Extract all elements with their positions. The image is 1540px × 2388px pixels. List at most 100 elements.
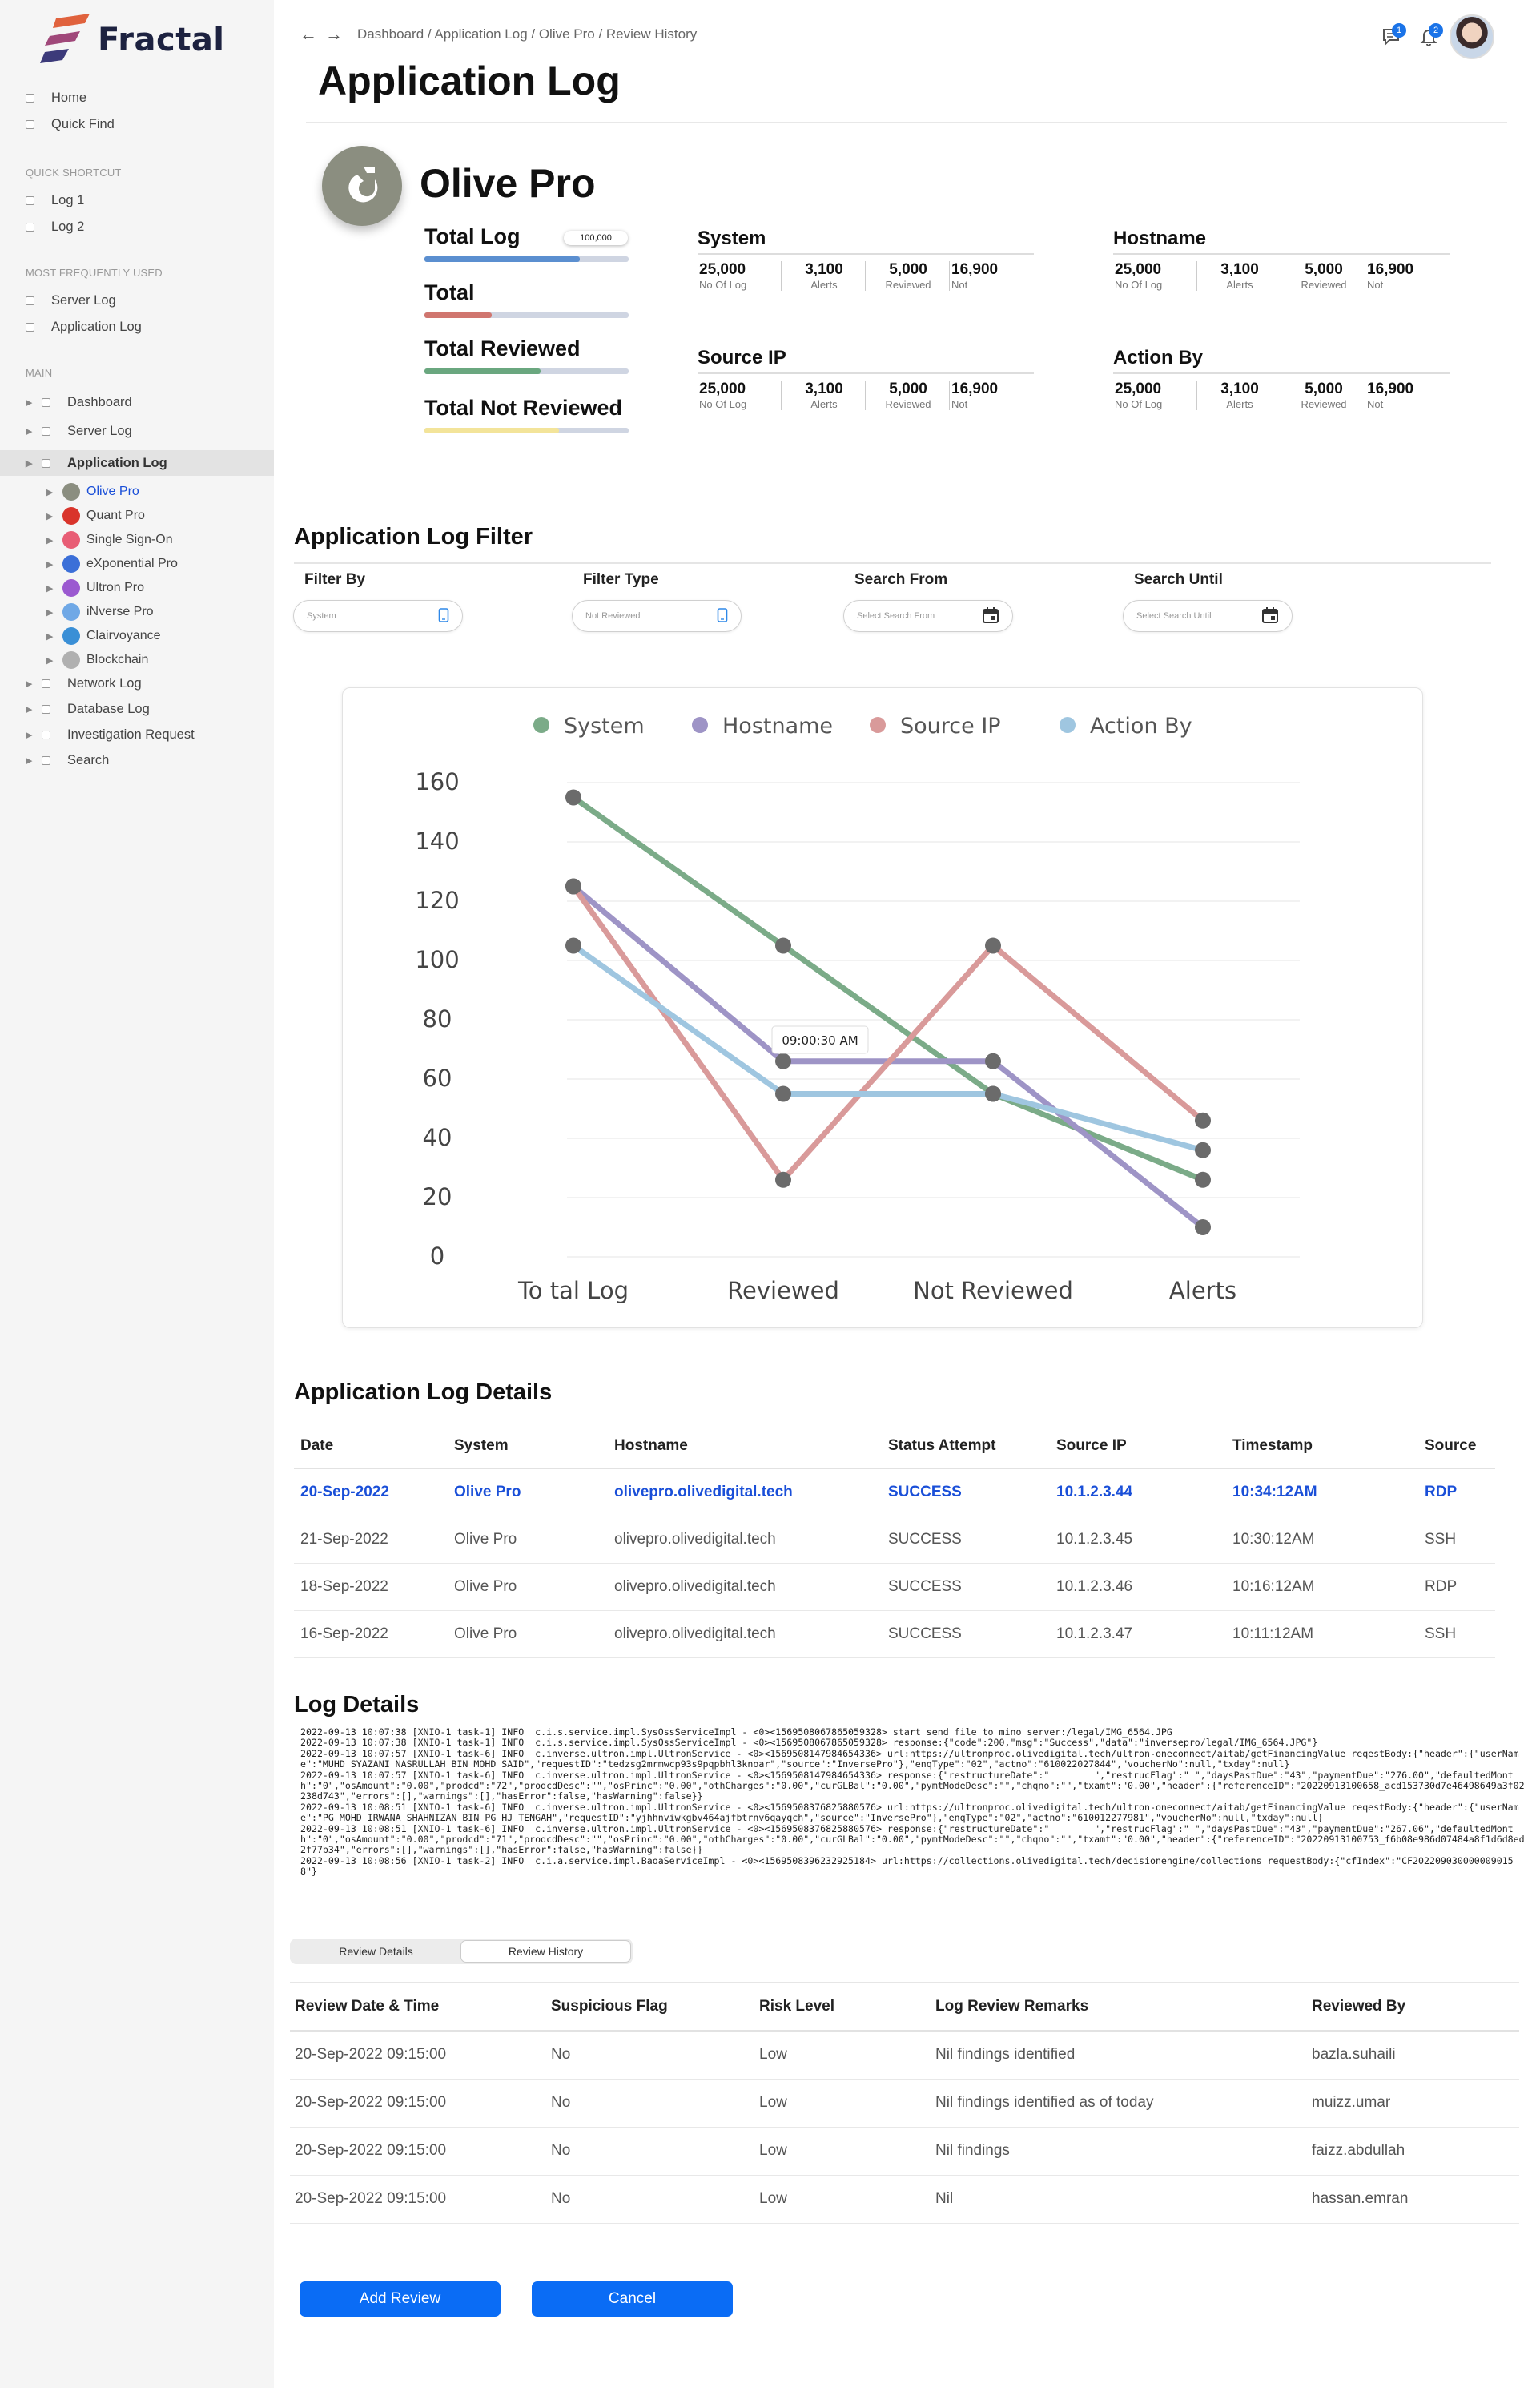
sidebar-item-server-log-frequent[interactable]: Server Log bbox=[26, 289, 116, 312]
expand-arrow-icon[interactable]: ▶ bbox=[26, 704, 34, 715]
sidebar-item-dashboard[interactable]: ▶ Dashboard bbox=[26, 391, 132, 413]
expand-arrow-icon[interactable]: ▶ bbox=[26, 458, 34, 469]
sidebar-item-search[interactable]: ▶ Search bbox=[26, 749, 109, 771]
expand-arrow-icon[interactable]: ▶ bbox=[46, 535, 56, 546]
column-header[interactable]: Status Attempt bbox=[882, 1424, 1050, 1469]
expand-arrow-icon[interactable]: ▶ bbox=[26, 730, 34, 740]
sidebar-item-home[interactable]: Home bbox=[26, 87, 86, 109]
sidebar-item-label: Home bbox=[51, 90, 87, 105]
table-row[interactable]: 20-Sep-2022 09:15:00 No Low Nil findings id… bbox=[290, 2079, 1519, 2128]
data-point[interactable] bbox=[775, 1085, 791, 1102]
filter-input[interactable]: System bbox=[293, 600, 463, 632]
column-header[interactable]: Date bbox=[294, 1424, 448, 1469]
add-review-button[interactable]: Add Review bbox=[300, 2281, 501, 2317]
sidebar-app-clairvoyance[interactable]: ▶ Clairvoyance bbox=[46, 626, 160, 646]
sidebar-app-ultron-pro[interactable]: ▶ Ultron Pro bbox=[46, 578, 144, 598]
breadcrumb[interactable]: Dashboard / Application Log / Olive Pro … bbox=[357, 26, 697, 42]
sidebar-item-log-2[interactable]: Log 2 bbox=[26, 215, 84, 238]
table-row[interactable]: 18-Sep-2022 Olive Pro olivepro.olivedigita… bbox=[294, 1563, 1495, 1611]
table-cell: No bbox=[546, 2079, 754, 2128]
column-header[interactable]: System bbox=[448, 1424, 608, 1469]
expand-arrow-icon[interactable]: ▶ bbox=[46, 487, 56, 497]
table-row[interactable]: 21-Sep-2022 Olive Pro olivepro.olivedigita… bbox=[294, 1516, 1495, 1564]
data-point[interactable] bbox=[1195, 1219, 1211, 1235]
expand-arrow-icon[interactable]: ▶ bbox=[46, 559, 56, 570]
phone-icon[interactable] bbox=[717, 607, 728, 625]
back-arrow-icon[interactable]: ← bbox=[300, 24, 317, 45]
column-header[interactable]: Hostname bbox=[608, 1424, 882, 1469]
filter-input[interactable]: Select Search From bbox=[843, 600, 1013, 632]
sidebar-item-application-log[interactable]: ▶ Application Log bbox=[26, 452, 167, 474]
data-point[interactable] bbox=[565, 937, 581, 954]
data-point[interactable] bbox=[1195, 1142, 1211, 1158]
log-output[interactable]: 2022-09-13 10:07:38 [XNIO-1 task-1] INFO… bbox=[300, 1727, 1527, 1927]
sidebar-item-quick-find[interactable]: Quick Find bbox=[26, 113, 115, 135]
app-logo-icon bbox=[62, 507, 80, 525]
sidebar-item-database-log[interactable]: ▶ Database Log bbox=[26, 698, 150, 720]
data-point[interactable] bbox=[985, 937, 1001, 954]
sidebar-item-server-log[interactable]: ▶ Server Log bbox=[26, 420, 132, 442]
column-header[interactable]: Suspicious Flag bbox=[546, 1982, 754, 2032]
expand-arrow-icon[interactable]: ▶ bbox=[46, 655, 56, 666]
sidebar-item-network-log[interactable]: ▶ Network Log bbox=[26, 672, 142, 695]
data-point[interactable] bbox=[565, 789, 581, 806]
messages-button[interactable]: 1 bbox=[1376, 21, 1408, 53]
column-header[interactable]: Source bbox=[1418, 1424, 1495, 1469]
calendar-icon[interactable] bbox=[982, 606, 999, 626]
sidebar-app-blockchain[interactable]: ▶ Blockchain bbox=[46, 650, 148, 670]
table-row[interactable]: 16-Sep-2022 Olive Pro olivepro.olivedigita… bbox=[294, 1610, 1495, 1658]
legend-item[interactable]: Action By bbox=[1060, 714, 1192, 739]
data-point[interactable] bbox=[775, 937, 791, 954]
sidebar-item-investigation-request[interactable]: ▶ Investigation Request bbox=[26, 723, 195, 746]
expand-arrow-icon[interactable]: ▶ bbox=[26, 679, 34, 689]
phone-icon[interactable] bbox=[438, 607, 449, 625]
legend-item[interactable]: Hostname bbox=[692, 714, 833, 739]
expand-arrow-icon[interactable]: ▶ bbox=[46, 631, 56, 642]
tab-review-details[interactable]: Review Details bbox=[292, 1940, 460, 1963]
sidebar-item-application-log-frequent[interactable]: Application Log bbox=[26, 316, 142, 338]
notifications-button[interactable]: 2 bbox=[1413, 21, 1445, 53]
sidebar-app-exponential-pro[interactable]: ▶ eXponential Pro bbox=[46, 554, 178, 574]
data-point[interactable] bbox=[1195, 1171, 1211, 1188]
expand-arrow-icon[interactable]: ▶ bbox=[26, 397, 34, 408]
sidebar-app-quant-pro[interactable]: ▶ Quant Pro bbox=[46, 505, 145, 526]
calendar-icon[interactable] bbox=[1261, 606, 1279, 626]
expand-arrow-icon[interactable]: ▶ bbox=[46, 511, 56, 521]
sidebar-app-single-sign-on[interactable]: ▶ Single Sign-On bbox=[46, 530, 173, 550]
sidebar-item-log-1[interactable]: Log 1 bbox=[26, 189, 84, 211]
table-row[interactable]: 20-Sep-2022 Olive Pro olivepro.olivedigita… bbox=[294, 1468, 1495, 1516]
table-row[interactable]: 20-Sep-2022 09:15:00 No Low Nil findings id… bbox=[290, 2031, 1519, 2080]
column-header[interactable]: Log Review Remarks bbox=[931, 1982, 1307, 2032]
expand-arrow-icon[interactable]: ▶ bbox=[26, 755, 34, 766]
data-point[interactable] bbox=[775, 1171, 791, 1188]
table-row[interactable]: 20-Sep-2022 09:15:00 No Low Nil findings fai… bbox=[290, 2127, 1519, 2176]
stat-row: 25,000 No Of Log 3,100 Alerts 5,000 Reviewed 1… bbox=[1113, 381, 1450, 410]
column-header[interactable]: Source IP bbox=[1050, 1424, 1226, 1469]
data-point[interactable] bbox=[985, 1053, 1001, 1069]
forward-arrow-icon[interactable]: → bbox=[325, 24, 343, 45]
data-point[interactable] bbox=[775, 1053, 791, 1069]
table-row[interactable]: 20-Sep-2022 09:15:00 No Low Nil hassan.emran bbox=[290, 2175, 1519, 2224]
data-point[interactable] bbox=[985, 1085, 1001, 1102]
tab-review-history[interactable]: Review History bbox=[460, 1940, 631, 1963]
avatar[interactable] bbox=[1450, 14, 1494, 59]
column-header[interactable]: Timestamp bbox=[1226, 1424, 1418, 1469]
filter-input[interactable]: Not Reviewed bbox=[572, 600, 742, 632]
sidebar-app-olive-pro[interactable]: ▶ Olive Pro bbox=[46, 481, 139, 502]
filter-input[interactable]: Select Search Until bbox=[1123, 600, 1293, 632]
data-point[interactable] bbox=[565, 878, 581, 895]
column-header[interactable]: Risk Level bbox=[754, 1982, 931, 2032]
column-header[interactable]: Review Date & Time bbox=[290, 1982, 546, 2032]
cancel-button[interactable]: Cancel bbox=[532, 2281, 733, 2317]
sidebar-app-inverse-pro[interactable]: ▶ iNverse Pro bbox=[46, 602, 154, 622]
data-point[interactable] bbox=[1195, 1112, 1211, 1129]
column-header[interactable]: Reviewed By bbox=[1307, 1982, 1519, 2032]
expand-arrow-icon[interactable]: ▶ bbox=[46, 583, 56, 594]
sidebar-item-label: Ultron Pro bbox=[86, 581, 145, 594]
expand-arrow-icon[interactable]: ▶ bbox=[26, 426, 34, 437]
brand-logo[interactable]: Fractal bbox=[38, 8, 239, 72]
stat-group-title: Source IP bbox=[698, 347, 786, 368]
expand-arrow-icon[interactable]: ▶ bbox=[46, 607, 56, 618]
legend-item[interactable]: Source IP bbox=[870, 714, 1001, 739]
legend-item[interactable]: System bbox=[533, 714, 645, 739]
